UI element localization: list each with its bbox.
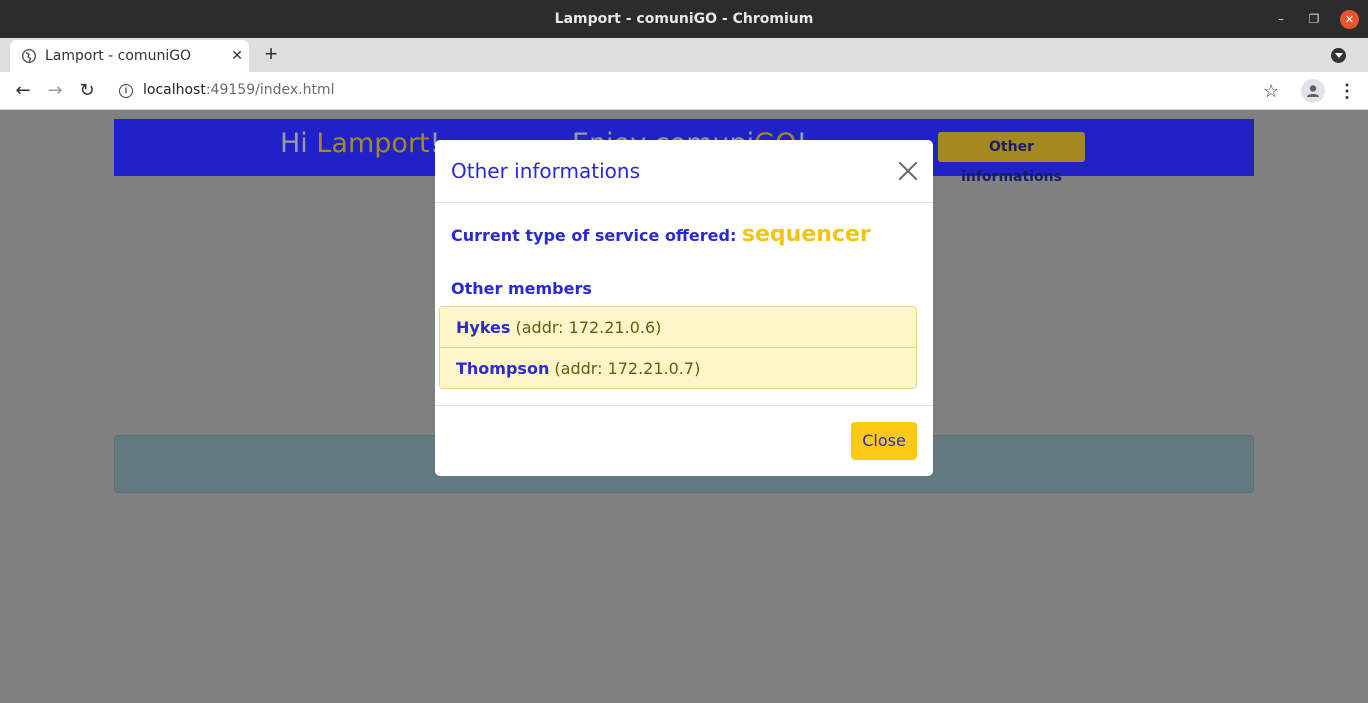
bookmark-star-icon[interactable]: ☆: [1263, 81, 1279, 102]
other-informations-modal: Other informations Current type of servi…: [435, 140, 933, 476]
close-button[interactable]: Close: [851, 422, 917, 460]
new-tab-button[interactable]: +: [260, 42, 282, 66]
members-heading: Other members: [451, 279, 592, 298]
member-entry: Hykes (addr: 172.21.0.6): [456, 318, 661, 337]
user-name: Lamport: [316, 128, 430, 159]
list-item: Thompson (addr: 172.21.0.7): [440, 348, 916, 389]
browser-toolbar: ← → ↻ i localhost:49159/index.html ☆ ⋮: [0, 72, 1368, 110]
url-host: localhost: [143, 82, 206, 98]
tab-search-icon[interactable]: [1331, 48, 1346, 63]
minimize-button[interactable]: –: [1272, 10, 1290, 28]
browser-menu-icon[interactable]: ⋮: [1338, 81, 1356, 102]
service-type-label: Current type of service offered:: [451, 226, 742, 245]
modal-footer: Close: [435, 405, 933, 476]
modal-header: Other informations: [435, 140, 933, 203]
member-name: Hykes: [456, 318, 511, 337]
tab-strip: Lamport - comuniGO ✕ +: [0, 38, 1368, 72]
tab-lamport[interactable]: Lamport - comuniGO ✕: [10, 40, 249, 72]
back-icon[interactable]: ←: [13, 81, 33, 101]
modal-close-icon[interactable]: [896, 159, 920, 183]
window-close-button[interactable]: ✕: [1340, 10, 1359, 29]
tab-close-icon[interactable]: ✕: [231, 47, 243, 64]
other-informations-button[interactable]: Other informations: [938, 132, 1085, 185]
maximize-button[interactable]: ❐: [1305, 10, 1323, 28]
members-list: Hykes (addr: 172.21.0.6) Thompson (addr:…: [439, 306, 917, 389]
window-titlebar: Lamport - comuniGO - Chromium – ❐ ✕: [0, 0, 1368, 38]
address-bar[interactable]: localhost:49159/index.html: [143, 82, 334, 98]
globe-icon: [21, 48, 37, 64]
reload-icon[interactable]: ↻: [77, 81, 97, 101]
url-path: :49159/index.html: [205, 82, 335, 98]
window-title: Lamport - comuniGO - Chromium: [554, 11, 814, 27]
tab-title: Lamport - comuniGO: [45, 48, 192, 64]
forward-icon[interactable]: →: [45, 81, 65, 101]
modal-title: Other informations: [451, 159, 640, 183]
member-name: Thompson: [456, 359, 550, 378]
member-address: (addr: 172.21.0.6): [510, 318, 662, 337]
member-address: (addr: 172.21.0.7): [549, 359, 701, 378]
greeting-text: Hi Lamport!: [280, 128, 440, 159]
site-info-icon[interactable]: i: [119, 84, 133, 98]
member-entry: Thompson (addr: 172.21.0.7): [456, 359, 700, 378]
list-item: Hykes (addr: 172.21.0.6): [440, 307, 916, 348]
profile-avatar-icon[interactable]: [1301, 79, 1325, 103]
greeting-prefix: Hi: [280, 128, 317, 159]
service-type-value: sequencer: [741, 222, 871, 247]
service-type-line: Current type of service offered: sequenc…: [451, 222, 871, 247]
